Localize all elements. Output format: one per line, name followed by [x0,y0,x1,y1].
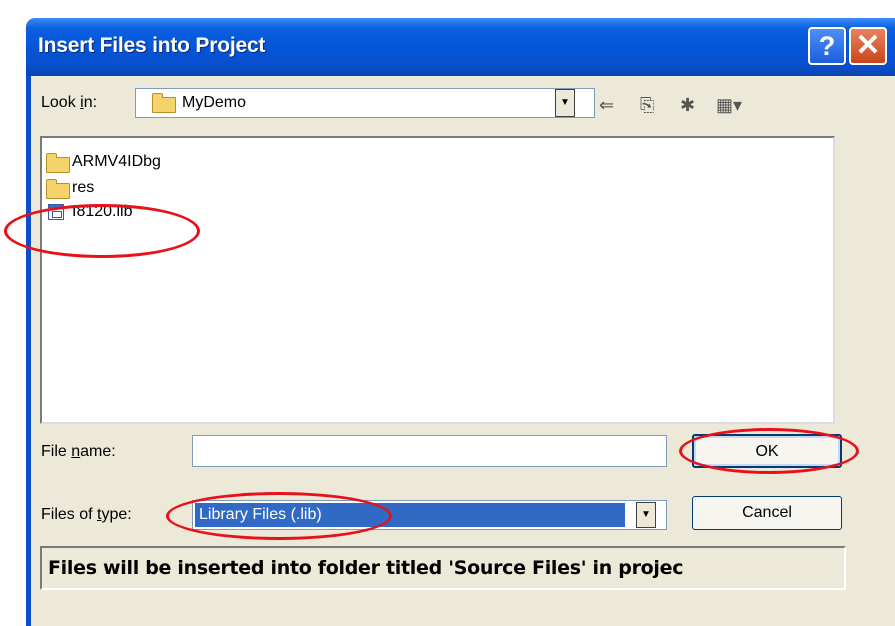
new-folder-icon[interactable]: ✱ [680,95,695,116]
look-in-label: Look in: [41,94,98,111]
look-in-combobox[interactable]: MyDemo [135,88,595,118]
folder-icon [46,179,70,199]
back-arrow-icon[interactable]: ⇐ [599,95,614,116]
file-list[interactable]: ARMV4IDbg res I8120.lib [40,136,835,424]
window-border [26,76,31,626]
info-text: Files will be inserted into folder title… [48,557,684,579]
help-button[interactable]: ? [808,27,846,65]
files-of-type-label: Files of type: [41,506,132,523]
look-in-dropdown-button[interactable]: ▼ [555,89,575,117]
info-bar: Files will be inserted into folder title… [40,546,846,590]
highlight-ring-lib-file [4,204,200,258]
look-in-value: MyDemo [182,94,247,111]
files-of-type-dropdown-button[interactable]: ▼ [636,502,656,528]
up-one-level-icon[interactable]: ⎘ [640,95,654,116]
folder-icon [46,153,70,173]
file-name-text: ARMV4IDbg [72,153,161,170]
file-name-text: res [72,179,95,196]
view-menu-icon[interactable]: ▦▾ [716,95,742,116]
chevron-down-icon: ▼ [641,509,651,520]
dialog-title: Insert Files into Project [38,34,266,57]
file-name-label: File name: [41,443,116,460]
folder-icon [152,93,176,113]
title-bar[interactable]: Insert Files into Project ? ✕ [26,18,895,76]
highlight-ring-file-type [166,492,392,540]
highlight-ring-ok-button [679,428,859,474]
chevron-down-icon: ▼ [560,97,570,108]
cancel-button[interactable]: Cancel [692,496,842,530]
insert-files-dialog: Insert Files into Project ? ✕ Look in: M… [26,18,895,626]
close-button[interactable]: ✕ [849,27,887,65]
file-name-input[interactable] [192,435,667,467]
